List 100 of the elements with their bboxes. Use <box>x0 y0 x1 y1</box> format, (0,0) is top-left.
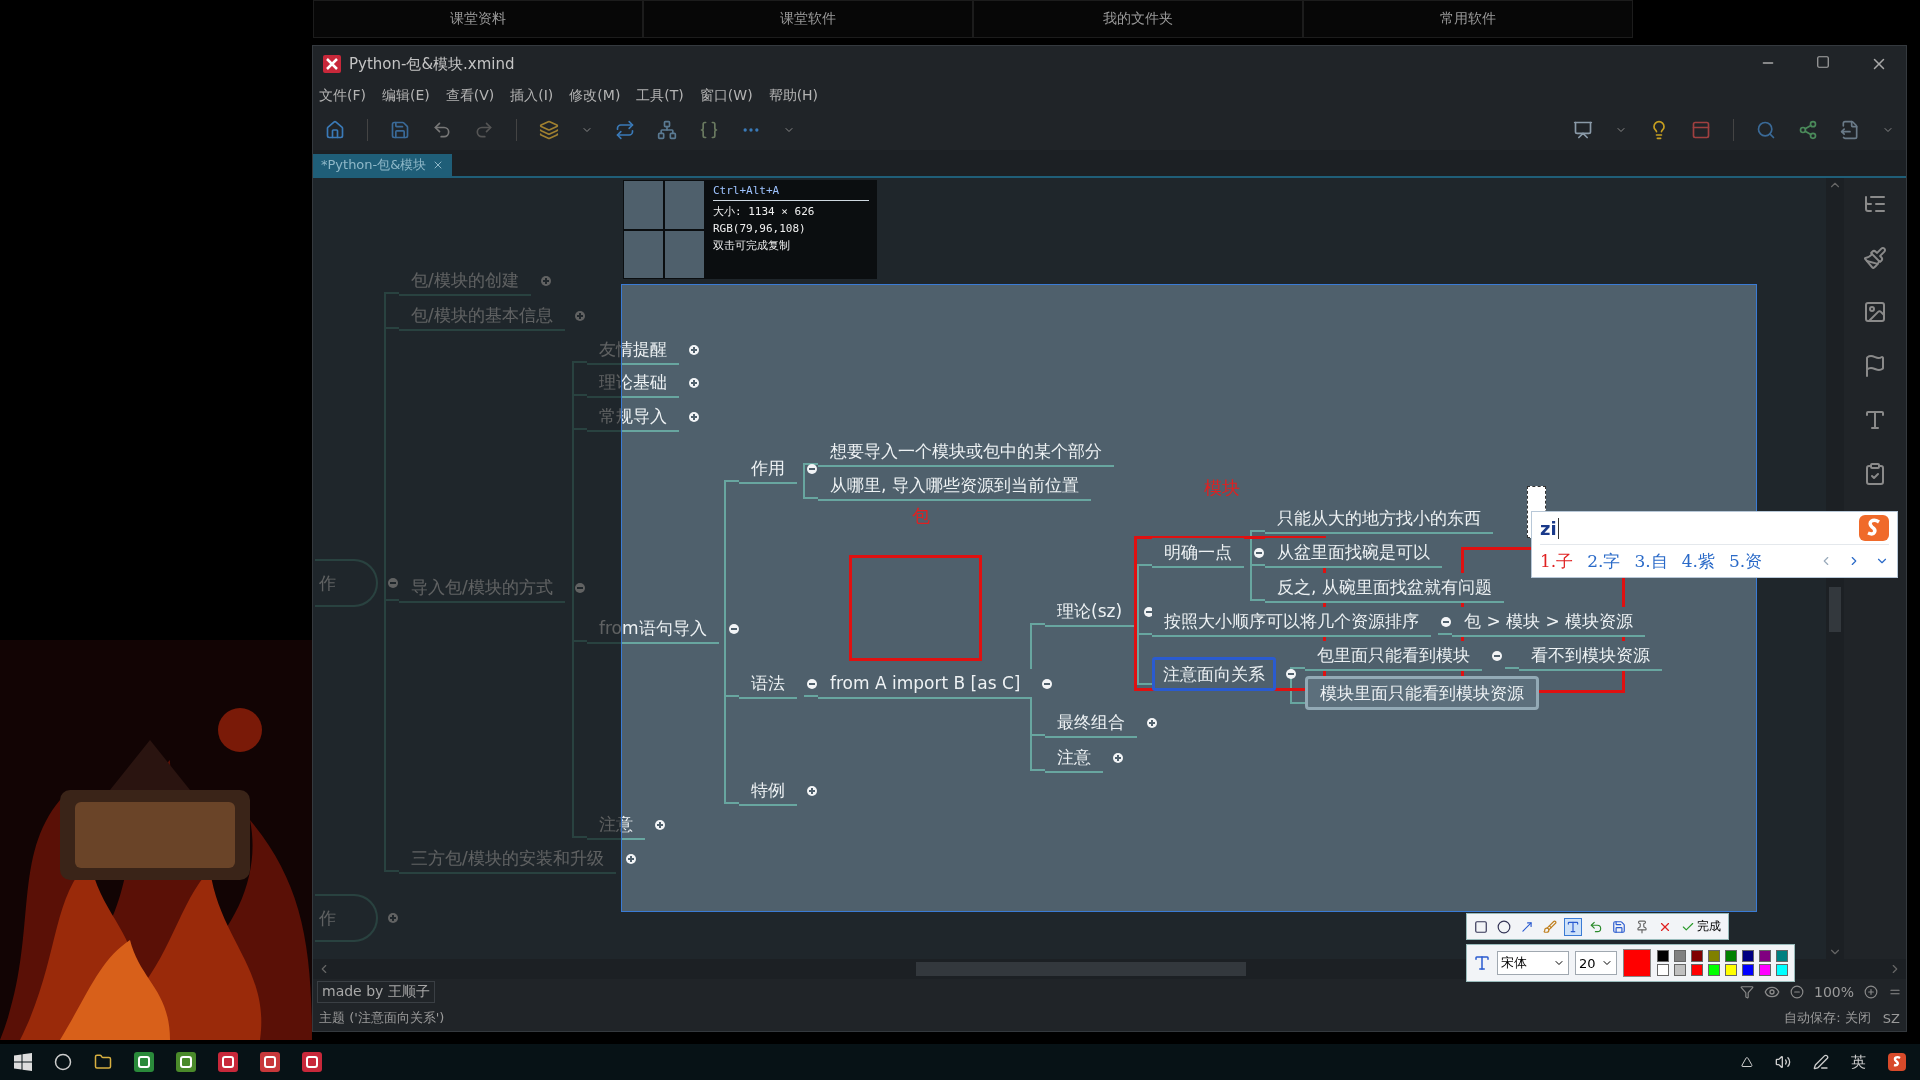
folder-icon[interactable] <box>94 1053 112 1071</box>
paintbrush-icon[interactable] <box>1863 246 1887 270</box>
undo-icon[interactable] <box>432 120 452 140</box>
collapse-toggle[interactable] <box>689 345 699 355</box>
topic[interactable]: from A import B [as C] <box>818 669 1033 699</box>
top-tab[interactable]: 我的文件夹 <box>973 0 1303 38</box>
app-icon[interactable] <box>176 1052 196 1072</box>
candidate[interactable]: 5.资 <box>1728 549 1763 573</box>
color-swatch[interactable] <box>1708 964 1720 976</box>
color-swatch[interactable] <box>1708 950 1720 962</box>
home-icon[interactable] <box>325 120 345 140</box>
app-icon[interactable] <box>134 1052 154 1072</box>
eye-icon[interactable] <box>1763 984 1780 1000</box>
topic[interactable]: 包 > 模块 > 模块资源 <box>1452 607 1646 637</box>
collapse-toggle[interactable] <box>574 311 585 321</box>
tray-caret-icon[interactable] <box>1741 1056 1753 1068</box>
zoom-out-icon[interactable] <box>1789 985 1804 999</box>
collapse-toggle[interactable] <box>1254 548 1264 558</box>
export-icon[interactable] <box>1840 120 1860 140</box>
collapse-toggle[interactable] <box>689 378 699 388</box>
filter-icon[interactable] <box>1739 985 1754 999</box>
menu-item[interactable]: 插入(I) <box>510 87 554 105</box>
maximize-icon[interactable] <box>1816 55 1830 69</box>
color-swatch[interactable] <box>1674 964 1686 976</box>
app-icon[interactable] <box>302 1052 322 1072</box>
input-language[interactable]: 英 <box>1851 1052 1866 1072</box>
color-swatch[interactable] <box>1657 964 1669 976</box>
brace-icon[interactable] <box>699 120 719 140</box>
top-tab[interactable]: 课堂资料 <box>313 0 643 38</box>
pen-icon[interactable] <box>1813 1054 1829 1070</box>
size-select[interactable]: 20 <box>1575 951 1617 975</box>
color-swatch[interactable] <box>1691 950 1703 962</box>
topic[interactable]: 反之, 从碗里面找盆就有问题 <box>1265 573 1504 603</box>
collapse-toggle[interactable] <box>540 276 551 286</box>
collapse-toggle[interactable] <box>1113 753 1123 763</box>
topic[interactable]: 看不到模块资源 <box>1519 641 1662 671</box>
topic[interactable]: 注意面向关系 <box>1152 657 1276 691</box>
color-swatch[interactable] <box>1691 964 1703 976</box>
topic[interactable]: 从盆里面找碗是可以 <box>1265 538 1442 568</box>
text-style-icon[interactable] <box>1863 408 1887 432</box>
color-swatch[interactable] <box>1674 950 1686 962</box>
current-color-swatch[interactable] <box>1623 949 1651 977</box>
menu-item[interactable]: 修改(M) <box>569 87 621 105</box>
circle-icon[interactable] <box>54 1053 72 1071</box>
collapse-toggle[interactable] <box>689 412 699 422</box>
collapse-toggle[interactable] <box>807 464 817 474</box>
save-icon[interactable] <box>390 120 410 140</box>
collapse-toggle[interactable] <box>1147 718 1157 728</box>
font-select[interactable]: 宋体 <box>1497 951 1569 975</box>
candidate[interactable]: 1.子 <box>1540 549 1574 573</box>
done-button[interactable]: 完成 <box>1679 918 1723 935</box>
logo-icon[interactable] <box>1888 1053 1906 1071</box>
collapse-toggle[interactable] <box>655 820 665 830</box>
candidate[interactable]: 4.紫 <box>1681 549 1715 573</box>
share-icon[interactable] <box>1798 120 1818 140</box>
color-swatch[interactable] <box>1759 964 1771 976</box>
network-icon[interactable] <box>657 120 677 140</box>
zoom-in-icon[interactable] <box>1864 985 1878 999</box>
collapse-toggle[interactable] <box>728 624 739 634</box>
panel-icon[interactable] <box>1691 120 1711 140</box>
swap-icon[interactable] <box>615 120 635 140</box>
scrollbar-thumb[interactable] <box>1829 587 1841 632</box>
topic[interactable]: 模块里面只能看到模块资源 <box>1305 676 1539 710</box>
scrollbar-thumb[interactable] <box>916 962 1246 976</box>
candidate[interactable]: 3.自 <box>1634 549 1668 573</box>
top-tab[interactable]: 课堂软件 <box>643 0 973 38</box>
app-icon[interactable] <box>218 1052 238 1072</box>
color-swatch[interactable] <box>1742 950 1754 962</box>
search-icon[interactable] <box>1756 120 1776 140</box>
menu-item[interactable]: 帮助(H) <box>768 87 819 105</box>
topic[interactable]: 明确一点 <box>1152 538 1244 568</box>
menu-item[interactable]: 查看(V) <box>445 87 495 105</box>
top-tab[interactable]: 常用软件 <box>1303 0 1633 38</box>
collapse-toggle[interactable] <box>1286 669 1296 679</box>
candidate[interactable]: 2.字 <box>1587 549 1621 573</box>
flag-icon[interactable] <box>1863 354 1887 378</box>
menu-item[interactable]: 工具(T) <box>636 87 684 105</box>
color-swatch[interactable] <box>1725 964 1737 976</box>
collapse-toggle[interactable] <box>807 786 817 796</box>
color-swatch[interactable] <box>1725 950 1737 962</box>
collapse-toggle[interactable] <box>1441 617 1451 627</box>
windows-start-icon[interactable] <box>14 1053 32 1071</box>
collapse-toggle[interactable] <box>574 583 585 593</box>
app-icon[interactable] <box>260 1052 280 1072</box>
topic[interactable]: 按照大小顺序可以将几个资源排序 <box>1152 607 1431 637</box>
collapse-toggle[interactable] <box>388 578 398 588</box>
collapse-toggle[interactable] <box>807 679 817 689</box>
image-icon[interactable] <box>1863 300 1887 324</box>
menu-item[interactable]: 编辑(E) <box>382 87 430 105</box>
presentation-icon[interactable] <box>1573 120 1593 140</box>
document-tab[interactable]: *Python-包&模块 <box>313 154 453 176</box>
collapse-toggle[interactable] <box>388 913 398 923</box>
menu-item[interactable]: 文件(F) <box>319 87 366 105</box>
layers-icon[interactable] <box>539 120 559 140</box>
collapse-toggle[interactable] <box>1042 679 1053 689</box>
collapse-toggle[interactable] <box>1492 651 1502 661</box>
collapse-toggle[interactable] <box>625 854 636 864</box>
topic[interactable]: 包里面只能看到模块 <box>1305 641 1482 671</box>
color-swatch[interactable] <box>1776 950 1788 962</box>
color-swatch[interactable] <box>1742 964 1754 976</box>
